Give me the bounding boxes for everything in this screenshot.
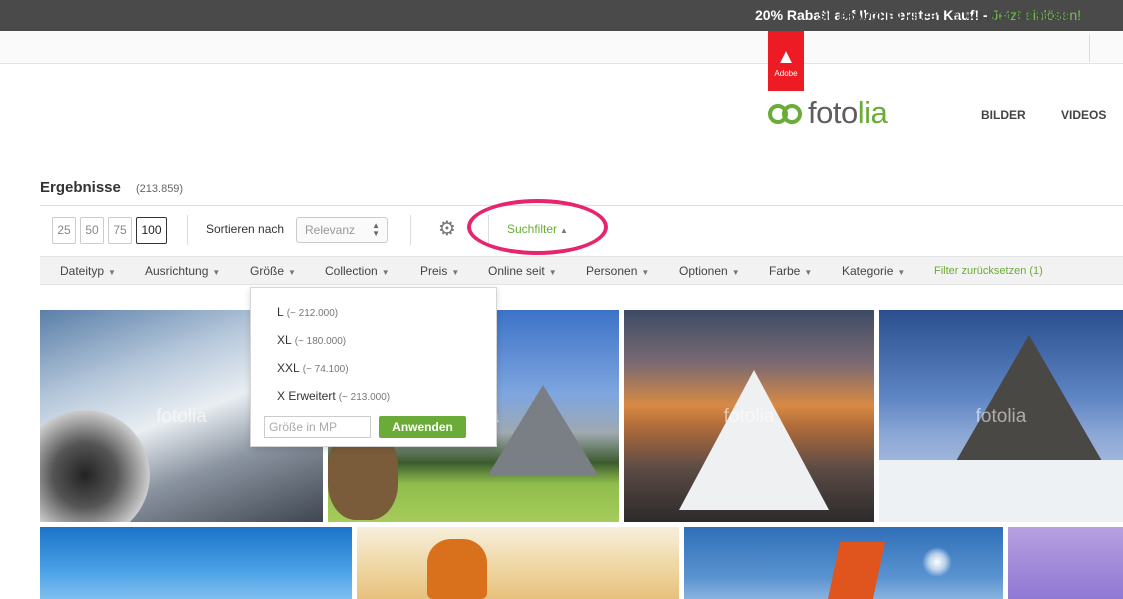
help-phone: +49 (0)30 208 96 208 bbox=[964, 11, 1071, 23]
gear-icon[interactable]: ⚙ bbox=[438, 218, 456, 240]
adobe-logo-icon: ▲ bbox=[776, 46, 796, 68]
chevron-down-icon: ▼ bbox=[731, 268, 740, 277]
filter-online-seit[interactable]: Online seit ▼ bbox=[488, 264, 557, 278]
filter-optionen[interactable]: Optionen ▼ bbox=[679, 264, 740, 278]
watermark: fotolia bbox=[723, 406, 775, 427]
chevron-down-icon: ▼ bbox=[108, 268, 116, 277]
size-option-xl[interactable]: XL (~ 180.000) bbox=[277, 333, 346, 347]
chevron-down-icon: ▼ bbox=[212, 268, 221, 277]
filter-groesse[interactable]: Größe ▼ bbox=[250, 264, 296, 278]
per-page-100[interactable]: 100 bbox=[136, 217, 167, 244]
sort-value: Relevanz bbox=[305, 223, 356, 237]
stock-image[interactable] bbox=[40, 527, 352, 599]
toolbar-separator bbox=[410, 215, 411, 245]
highlight-circle bbox=[467, 199, 608, 255]
chevron-down-icon: ▼ bbox=[381, 268, 390, 277]
help-contact[interactable]: SIE BRAUCHEN HILFE? ✆ +49 (0)30 208 96 2… bbox=[818, 10, 1070, 23]
help-bar bbox=[0, 31, 1123, 64]
filter-kategorie[interactable]: Kategorie ▼ bbox=[842, 264, 905, 278]
snow-shape bbox=[879, 460, 1123, 522]
stock-image[interactable] bbox=[1008, 527, 1123, 599]
size-filter-dropdown: L (~ 212.000) XL (~ 180.000) XXL (~ 74.100)… bbox=[250, 287, 497, 447]
sort-label: Sortieren nach bbox=[206, 222, 285, 236]
per-page-75[interactable]: 75 bbox=[108, 217, 132, 244]
apply-button[interactable]: Anwenden bbox=[379, 416, 466, 438]
fotolia-rings-icon bbox=[768, 104, 804, 124]
filter-dateityp[interactable]: Dateityp ▼ bbox=[60, 264, 116, 278]
filter-bar: Dateityp ▼ Ausrichtung ▼ Größe ▼ Collection… bbox=[40, 256, 1123, 285]
adobe-label: Adobe bbox=[774, 69, 798, 78]
chevron-down-icon: ▼ bbox=[451, 268, 460, 277]
help-divider bbox=[1089, 34, 1090, 62]
filter-ausrichtung[interactable]: Ausrichtung ▼ bbox=[145, 264, 220, 278]
help-label: SIE BRAUCHEN HILFE? bbox=[818, 11, 944, 23]
fotolia-wordmark: fotolia bbox=[808, 95, 888, 130]
per-page-25[interactable]: 25 bbox=[52, 217, 76, 244]
stock-image[interactable]: fotolia bbox=[624, 310, 874, 522]
toolbar-separator bbox=[187, 215, 188, 245]
sort-select[interactable]: Relevanz ▲ ▼ bbox=[296, 217, 388, 243]
adobe-badge[interactable]: ▲ Adobe bbox=[768, 31, 804, 91]
results-title: Ergebnisse bbox=[40, 179, 121, 196]
chevron-down-icon: ▼ bbox=[897, 268, 906, 277]
mountain-shape bbox=[679, 370, 829, 510]
hiker-shape bbox=[427, 539, 487, 599]
size-option-xxl[interactable]: XXL (~ 74.100) bbox=[277, 361, 349, 375]
filter-collection[interactable]: Collection ▼ bbox=[325, 264, 390, 278]
chevron-down-icon: ▼ bbox=[804, 268, 813, 277]
mountain-shape bbox=[488, 385, 598, 475]
size-mp-input[interactable] bbox=[264, 416, 371, 438]
phone-icon: ✆ bbox=[950, 11, 960, 23]
select-arrows-icon: ▲ ▼ bbox=[372, 221, 380, 238]
chevron-down-icon: ▼ bbox=[548, 268, 557, 277]
results-count: (213.859) bbox=[136, 183, 184, 195]
per-page-50[interactable]: 50 bbox=[80, 217, 104, 244]
filter-reset-link[interactable]: Filter zurücksetzen (1) bbox=[934, 265, 1043, 277]
filter-preis[interactable]: Preis ▼ bbox=[420, 264, 459, 278]
stock-image[interactable]: fotolia bbox=[879, 310, 1123, 522]
stock-image[interactable] bbox=[357, 527, 679, 599]
watermark: fotolia bbox=[975, 406, 1027, 427]
nav-videos[interactable]: VIDEOS bbox=[1061, 108, 1106, 122]
chevron-down-icon: ▼ bbox=[288, 268, 296, 277]
stock-image[interactable] bbox=[684, 527, 1003, 599]
nav-bilder[interactable]: BILDER bbox=[981, 108, 1026, 122]
excavator-shape bbox=[827, 542, 886, 599]
filter-farbe[interactable]: Farbe ▼ bbox=[769, 264, 812, 278]
size-option-l[interactable]: L (~ 212.000) bbox=[277, 305, 338, 319]
sun-shape bbox=[922, 547, 952, 577]
chevron-down-icon: ▼ bbox=[641, 268, 650, 277]
filter-personen[interactable]: Personen ▼ bbox=[586, 264, 649, 278]
size-option-x-erweitert[interactable]: X Erweitert (~ 213.000) bbox=[277, 389, 390, 403]
